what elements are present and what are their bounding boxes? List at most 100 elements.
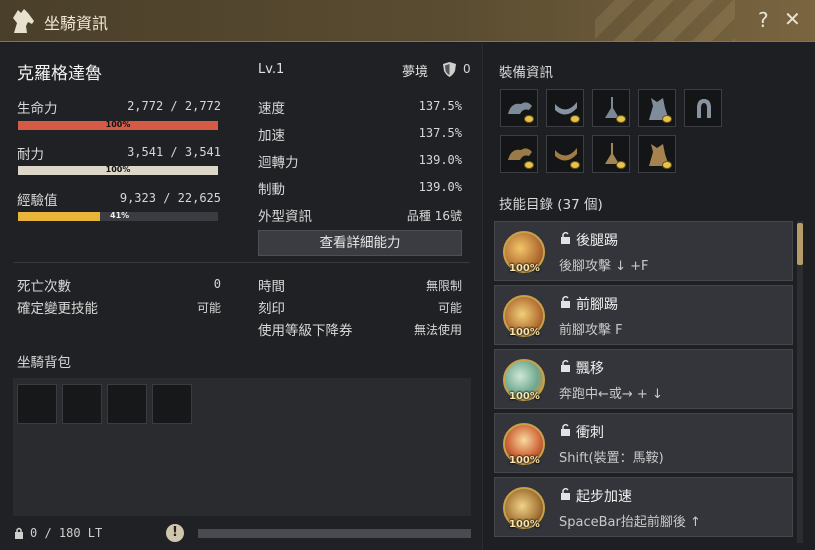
attr-value-appearance: 品種 16號 [406, 209, 462, 223]
weight-bar [198, 529, 471, 538]
exp-percent: 41% [110, 211, 130, 220]
view-details-button[interactable]: 查看詳細能力 [258, 230, 462, 256]
skill-mastery: 100% [509, 519, 540, 530]
help-button[interactable]: ? [758, 8, 769, 32]
imprint-label: 刻印 [258, 301, 285, 317]
weight-lock-icon [15, 527, 23, 539]
stamina-label: 耐力 [17, 147, 44, 163]
attr-label-speed: 速度 [258, 101, 285, 117]
level-down-ticket-value: 無法使用 [413, 323, 462, 337]
skill-name: 飄移 [576, 361, 604, 377]
stamina-value: 3,541 / 3,541 [127, 145, 221, 159]
equip-badge-icon [616, 161, 626, 169]
mount-bag [13, 378, 471, 516]
bag-slot[interactable] [152, 384, 192, 424]
stamina-percent: 100% [105, 165, 131, 174]
hp-label: 生命力 [17, 101, 58, 117]
warning-icon[interactable]: ! [166, 524, 184, 542]
equip-badge-icon [570, 115, 580, 123]
hp-value: 2,772 / 2,772 [127, 99, 221, 113]
bag-slot[interactable] [107, 384, 147, 424]
champron-icon[interactable] [638, 89, 676, 127]
skill-item[interactable]: 100% 後腿踢 後腳攻擊 ↓ +F [494, 221, 793, 281]
equipment-skill-panel: 裝備資訊 技能目錄 (37 個) 100% 後腿踢 後腳攻擊 ↓ +F 100%… [484, 43, 815, 550]
skill-scrollbar-thumb[interactable] [797, 223, 803, 265]
shield-icon [443, 62, 456, 77]
skill-list-title: 技能目錄 (37 個) [499, 197, 603, 213]
skill-command: SpaceBar抬起前腳後 ↑ [559, 515, 701, 530]
equip-badge-icon [524, 115, 534, 123]
skill-item[interactable]: 100% 前腳踢 前腳攻擊 F [494, 285, 793, 345]
saddle-icon[interactable] [546, 89, 584, 127]
horseshoe-icon[interactable] [684, 89, 722, 127]
attr-value-turning: 139.0% [418, 153, 462, 167]
attr-value-accel: 137.5% [418, 126, 462, 140]
equip-badge-icon [662, 161, 672, 169]
skill-name: 後腿踢 [576, 233, 618, 249]
attr-label-appearance: 外型資訊 [258, 209, 312, 225]
skill-command: 奔跑中←或→ + ↓ [559, 387, 663, 402]
death-count-value: 0 [213, 277, 221, 291]
dream-value: 0 [463, 62, 471, 76]
mount-name: 克羅格達魯 [17, 64, 102, 84]
skill-change-value: 可能 [196, 301, 221, 315]
skill-mastery: 100% [509, 391, 540, 402]
skill-command: 前腳攻擊 F [559, 323, 623, 338]
skill-change-label: 確定變更技能 [17, 301, 98, 317]
close-button[interactable]: ✕ [784, 7, 801, 31]
unlock-icon [561, 295, 570, 308]
title-bar: 坐騎資訊 ? ✕ [0, 0, 815, 42]
bag-slot[interactable] [62, 384, 102, 424]
skill-item[interactable]: 100% 飄移 奔跑中←或→ + ↓ [494, 349, 793, 409]
skill-name: 衝刺 [576, 425, 604, 441]
hp-bar: 100% [18, 120, 218, 130]
unlock-icon [561, 423, 570, 436]
stirrups-icon[interactable] [592, 89, 630, 127]
equip-badge-icon [662, 115, 672, 123]
window-title: 坐騎資訊 [44, 14, 109, 33]
exp-label: 經驗值 [17, 193, 58, 209]
unlock-icon [561, 359, 570, 372]
skill-name: 前腳踢 [576, 297, 618, 313]
equip-badge-icon [616, 115, 626, 123]
bag-weight: 0 / 180 LT [30, 526, 103, 540]
section-divider [14, 262, 470, 263]
skill-item[interactable]: 100% 衝刺 Shift(裝置：馬鞍) [494, 413, 793, 473]
unlock-icon [561, 231, 570, 244]
skill-item[interactable]: 100% 起步加速 SpaceBar抬起前腳後 ↑ [494, 477, 793, 537]
level-down-ticket-label: 使用等級下降券 [258, 323, 353, 339]
hp-percent: 100% [105, 120, 131, 129]
attr-label-brake: 制動 [258, 182, 285, 198]
bag-slot[interactable] [17, 384, 57, 424]
dream-label: 夢境 [402, 65, 429, 80]
equip-badge-icon [524, 161, 534, 169]
imprint-value: 可能 [437, 301, 462, 315]
skill-command: Shift(裝置：馬鞍) [559, 451, 664, 466]
champron-icon[interactable] [638, 135, 676, 173]
skill-mastery: 100% [509, 327, 540, 338]
attr-value-brake: 139.0% [418, 180, 462, 194]
time-label: 時間 [258, 279, 285, 295]
unlock-icon [561, 487, 570, 500]
exp-bar: 41% [18, 211, 218, 221]
horse-head-icon [13, 9, 34, 33]
title-bar-decoration [595, 0, 735, 41]
barding-icon[interactable] [500, 135, 538, 173]
skill-mastery: 100% [509, 263, 540, 274]
skill-mastery: 100% [509, 455, 540, 466]
time-value: 無限制 [425, 279, 462, 293]
skill-command: 後腳攻擊 ↓ +F [559, 259, 649, 274]
mount-bag-title: 坐騎背包 [17, 355, 71, 371]
saddle-icon[interactable] [546, 135, 584, 173]
mount-level: Lv.1 [258, 62, 285, 77]
skill-scrollbar[interactable] [797, 221, 803, 543]
exp-value: 9,323 / 22,625 [119, 191, 221, 205]
attr-value-speed: 137.5% [418, 99, 462, 113]
barding-icon[interactable] [500, 89, 538, 127]
stirrups-icon[interactable] [592, 135, 630, 173]
mount-info-panel: 克羅格達魯 Lv.1 夢境 0 生命力 2,772 / 2,772 100% 耐… [0, 43, 483, 550]
death-count-label: 死亡次數 [17, 279, 71, 295]
equipment-title: 裝備資訊 [499, 65, 553, 81]
equip-badge-icon [570, 161, 580, 169]
attr-label-turning: 迴轉力 [258, 155, 299, 171]
